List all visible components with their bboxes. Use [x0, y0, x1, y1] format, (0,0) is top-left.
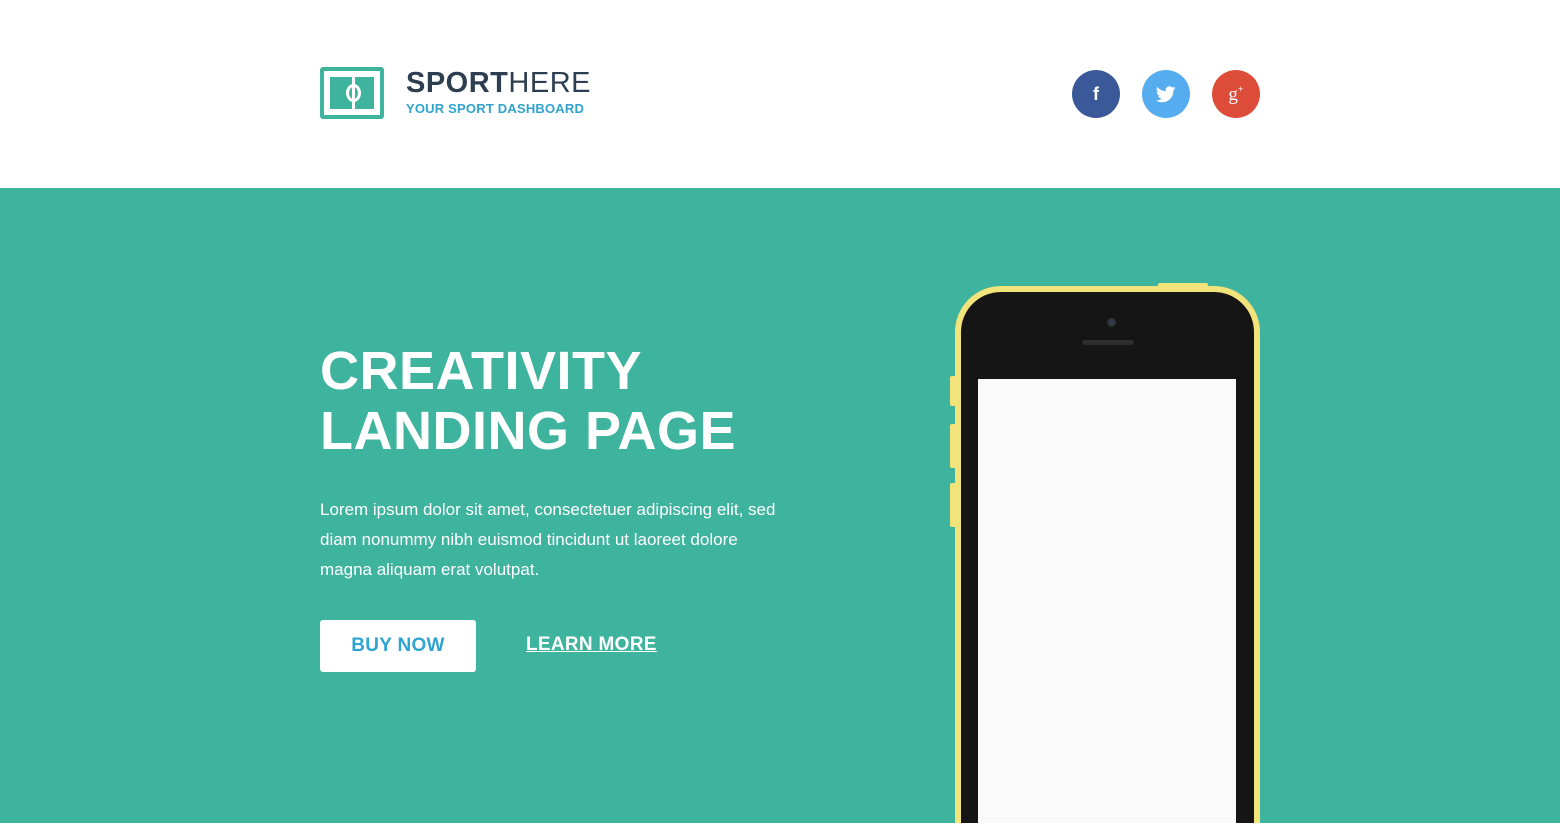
- twitter-button[interactable]: [1142, 70, 1190, 118]
- phone-camera-icon: [1107, 318, 1116, 327]
- logo[interactable]: SPORTHERE YOUR SPORT DASHBOARD: [320, 67, 591, 119]
- hero-title-line1: CREATIVITY: [320, 341, 643, 401]
- facebook-icon: f: [1093, 83, 1099, 104]
- phone-body: [961, 292, 1254, 823]
- logo-text: SPORTHERE YOUR SPORT DASHBOARD: [406, 67, 591, 116]
- social-links: f g+: [1072, 70, 1260, 118]
- brand-tagline: YOUR SPORT DASHBOARD: [406, 101, 585, 116]
- hero-section: CREATIVITY LANDING PAGE Lorem ipsum dolo…: [0, 188, 1560, 823]
- learn-more-link[interactable]: LEARN MORE: [526, 634, 657, 656]
- hero-description: Lorem ipsum dolor sit amet, consectetuer…: [320, 500, 776, 579]
- google-plus-button[interactable]: g+: [1212, 70, 1260, 118]
- twitter-icon: [1156, 85, 1176, 102]
- phone-mockup: [955, 286, 1260, 823]
- soccer-field-icon: [320, 67, 384, 119]
- brand-name-bold: SPORT: [406, 67, 509, 99]
- hero-title-line2: LANDING PAGE: [320, 401, 737, 461]
- hero-title: CREATIVITY LANDING PAGE: [320, 341, 736, 461]
- google-plus-icon: g+: [1228, 83, 1244, 105]
- facebook-button[interactable]: f: [1072, 70, 1120, 118]
- site-header: SPORTHERE YOUR SPORT DASHBOARD f g+: [0, 0, 1560, 188]
- brand-name-light: HERE: [508, 67, 591, 99]
- phone-screen: [978, 379, 1236, 823]
- brand-name: SPORTHERE: [406, 67, 591, 99]
- buy-now-button[interactable]: BUY NOW: [320, 620, 476, 672]
- phone-speaker: [1082, 340, 1134, 345]
